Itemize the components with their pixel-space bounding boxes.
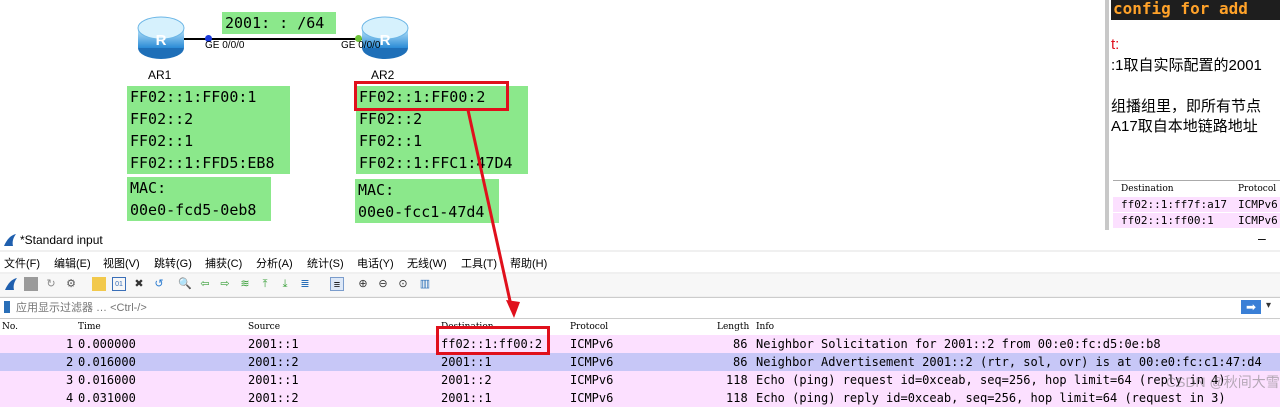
- menu-telephony[interactable]: 电话(Y): [357, 255, 394, 271]
- prefix-label: 2001: : /64: [222, 12, 336, 34]
- go-forward-icon[interactable]: ⇨: [218, 277, 232, 291]
- go-to-packet-icon[interactable]: ≋: [238, 277, 252, 291]
- svg-text:R: R: [380, 32, 391, 49]
- table-row[interactable]: 3 0.016000 2001::1 2001::2 ICMPv6 118 Ec…: [0, 371, 1280, 389]
- ar1-multicast-groups: FF02::1:FF00:1 FF02::2 FF02::1 FF02::1:F…: [127, 86, 290, 174]
- col-length[interactable]: Length: [717, 319, 749, 335]
- highlight-box-ar2-group: [354, 81, 509, 111]
- menu-wireless[interactable]: 无线(W): [407, 255, 447, 271]
- display-filter-input[interactable]: [14, 299, 1238, 317]
- go-back-icon[interactable]: ⇦: [198, 277, 212, 291]
- menu-file[interactable]: 文件(F): [4, 255, 40, 271]
- filter-dropdown-icon[interactable]: ▾: [1266, 300, 1271, 311]
- network-diagram: 2001: : /64 R R GE 0/0/0 GE 0/0/0 AR1 AR…: [0, 0, 1105, 230]
- first-packet-icon[interactable]: ⤒: [258, 277, 272, 291]
- minimize-button[interactable]: –: [1258, 230, 1266, 246]
- watermark: CSDN @秋间大雪: [1166, 374, 1280, 390]
- table-row[interactable]: 1 0.000000 2001::1 ff02::1:ff00:2 ICMPv6…: [0, 335, 1280, 353]
- mini-col-destination: Destination: [1121, 184, 1174, 194]
- code-block: config for add: [1111, 0, 1280, 20]
- table-row[interactable]: 4 0.031000 2001::2 2001::1 ICMPv6 118 Ec…: [0, 389, 1280, 407]
- mini-row[interactable]: ff02::1:ff7f:a17 ICMPv6: [1113, 197, 1280, 212]
- ar2-label: AR2: [371, 68, 395, 82]
- packet-list-header: No. Time Source Destination Protocol Len…: [0, 319, 1280, 336]
- ar1-label: AR1: [148, 68, 172, 82]
- capture-options-icon[interactable]: ⚙: [64, 277, 78, 291]
- ar2-port-label: GE 0/0/0: [341, 40, 381, 51]
- save-file-icon[interactable]: 01: [112, 277, 126, 291]
- restart-capture-icon[interactable]: ↻: [44, 277, 58, 291]
- apply-filter-arrow-icon[interactable]: ➡: [1241, 300, 1261, 314]
- doc-line-3: A17取自本地链路地址: [1111, 118, 1258, 135]
- wireshark-window: *Standard input – 文件(F) 编辑(E) 视图(V) 跳转(G…: [0, 230, 1280, 407]
- doc-line-2: 组播组里，即所有节点: [1111, 98, 1262, 115]
- menu-view[interactable]: 视图(V): [103, 255, 140, 271]
- col-info[interactable]: Info: [756, 319, 774, 335]
- table-row[interactable]: 2 0.016000 2001::2 2001::1 ICMPv6 86 Nei…: [0, 353, 1280, 371]
- col-time[interactable]: Time: [78, 319, 101, 335]
- open-file-icon[interactable]: [92, 277, 106, 291]
- highlight-box-destination: [436, 326, 550, 355]
- menu-edit[interactable]: 编辑(E): [54, 255, 91, 271]
- bookmark-icon[interactable]: [4, 301, 10, 313]
- doc-line-1: :1取自实际配置的2001: [1111, 57, 1262, 74]
- ar1-port-label: GE 0/0/0: [205, 40, 245, 51]
- stop-capture-icon[interactable]: [24, 277, 38, 291]
- display-filter-bar: ➡ ▾: [0, 297, 1280, 319]
- svg-text:R: R: [156, 32, 167, 49]
- menu-analyze[interactable]: 分析(A): [256, 255, 293, 271]
- mini-col-protocol: Protocol: [1238, 184, 1277, 194]
- col-no[interactable]: No.: [2, 319, 18, 335]
- mini-row[interactable]: ff02::1:ff00:1 ICMPv6: [1113, 213, 1280, 228]
- col-source[interactable]: Source: [248, 319, 280, 335]
- router-icon: R: [361, 16, 409, 59]
- col-protocol[interactable]: Protocol: [570, 319, 608, 335]
- main-toolbar: ↻ ⚙ 01 ✖ ↺ 🔍 ⇦ ⇨ ≋ ⤒ ⤓ ≣ ≡ ⊕ ⊖ ⊙ ▥: [0, 274, 1280, 296]
- menu-help[interactable]: 帮助(H): [510, 255, 547, 271]
- resize-columns-icon[interactable]: ▥: [418, 277, 432, 291]
- last-packet-icon[interactable]: ⤓: [278, 277, 292, 291]
- mini-packet-table: Destination Protocol ff02::1:ff7f:a17 IC…: [1113, 180, 1280, 230]
- zoom-reset-icon[interactable]: ⊙: [396, 277, 410, 291]
- autoscroll-icon[interactable]: ≣: [298, 277, 312, 291]
- colorize-icon[interactable]: ≡: [330, 277, 344, 291]
- menu-tools[interactable]: 工具(T): [461, 255, 497, 271]
- menu-statistics[interactable]: 统计(S): [307, 255, 344, 271]
- wireshark-fin-icon: [4, 234, 16, 246]
- menu-capture[interactable]: 捕获(C): [205, 255, 242, 271]
- ar1-mac-box: MAC: 00e0-fcd5-0eb8: [127, 177, 271, 221]
- reload-file-icon[interactable]: ↺: [152, 277, 166, 291]
- router-icon: R: [137, 16, 185, 59]
- zoom-in-icon[interactable]: ⊕: [356, 277, 370, 291]
- ar2-mac-box: MAC: 00e0-fcc1-47d4: [355, 179, 499, 223]
- packet-list: No. Time Source Destination Protocol Len…: [0, 319, 1280, 407]
- close-file-icon[interactable]: ✖: [132, 277, 146, 291]
- colon-fragment: t:: [1111, 36, 1120, 53]
- title-bar: *Standard input –: [0, 230, 1280, 250]
- window-title: *Standard input: [20, 233, 103, 247]
- find-packet-icon[interactable]: 🔍: [178, 277, 192, 291]
- menu-go[interactable]: 跳转(G): [154, 255, 192, 271]
- start-capture-icon[interactable]: [4, 277, 18, 291]
- scrollbar[interactable]: [1105, 0, 1109, 230]
- right-document-panel: config for add t: :1取自实际配置的2001 组播组里，即所有…: [1105, 0, 1280, 230]
- zoom-out-icon[interactable]: ⊖: [376, 277, 390, 291]
- menu-bar: 文件(F) 编辑(E) 视图(V) 跳转(G) 捕获(C) 分析(A) 统计(S…: [0, 252, 1280, 272]
